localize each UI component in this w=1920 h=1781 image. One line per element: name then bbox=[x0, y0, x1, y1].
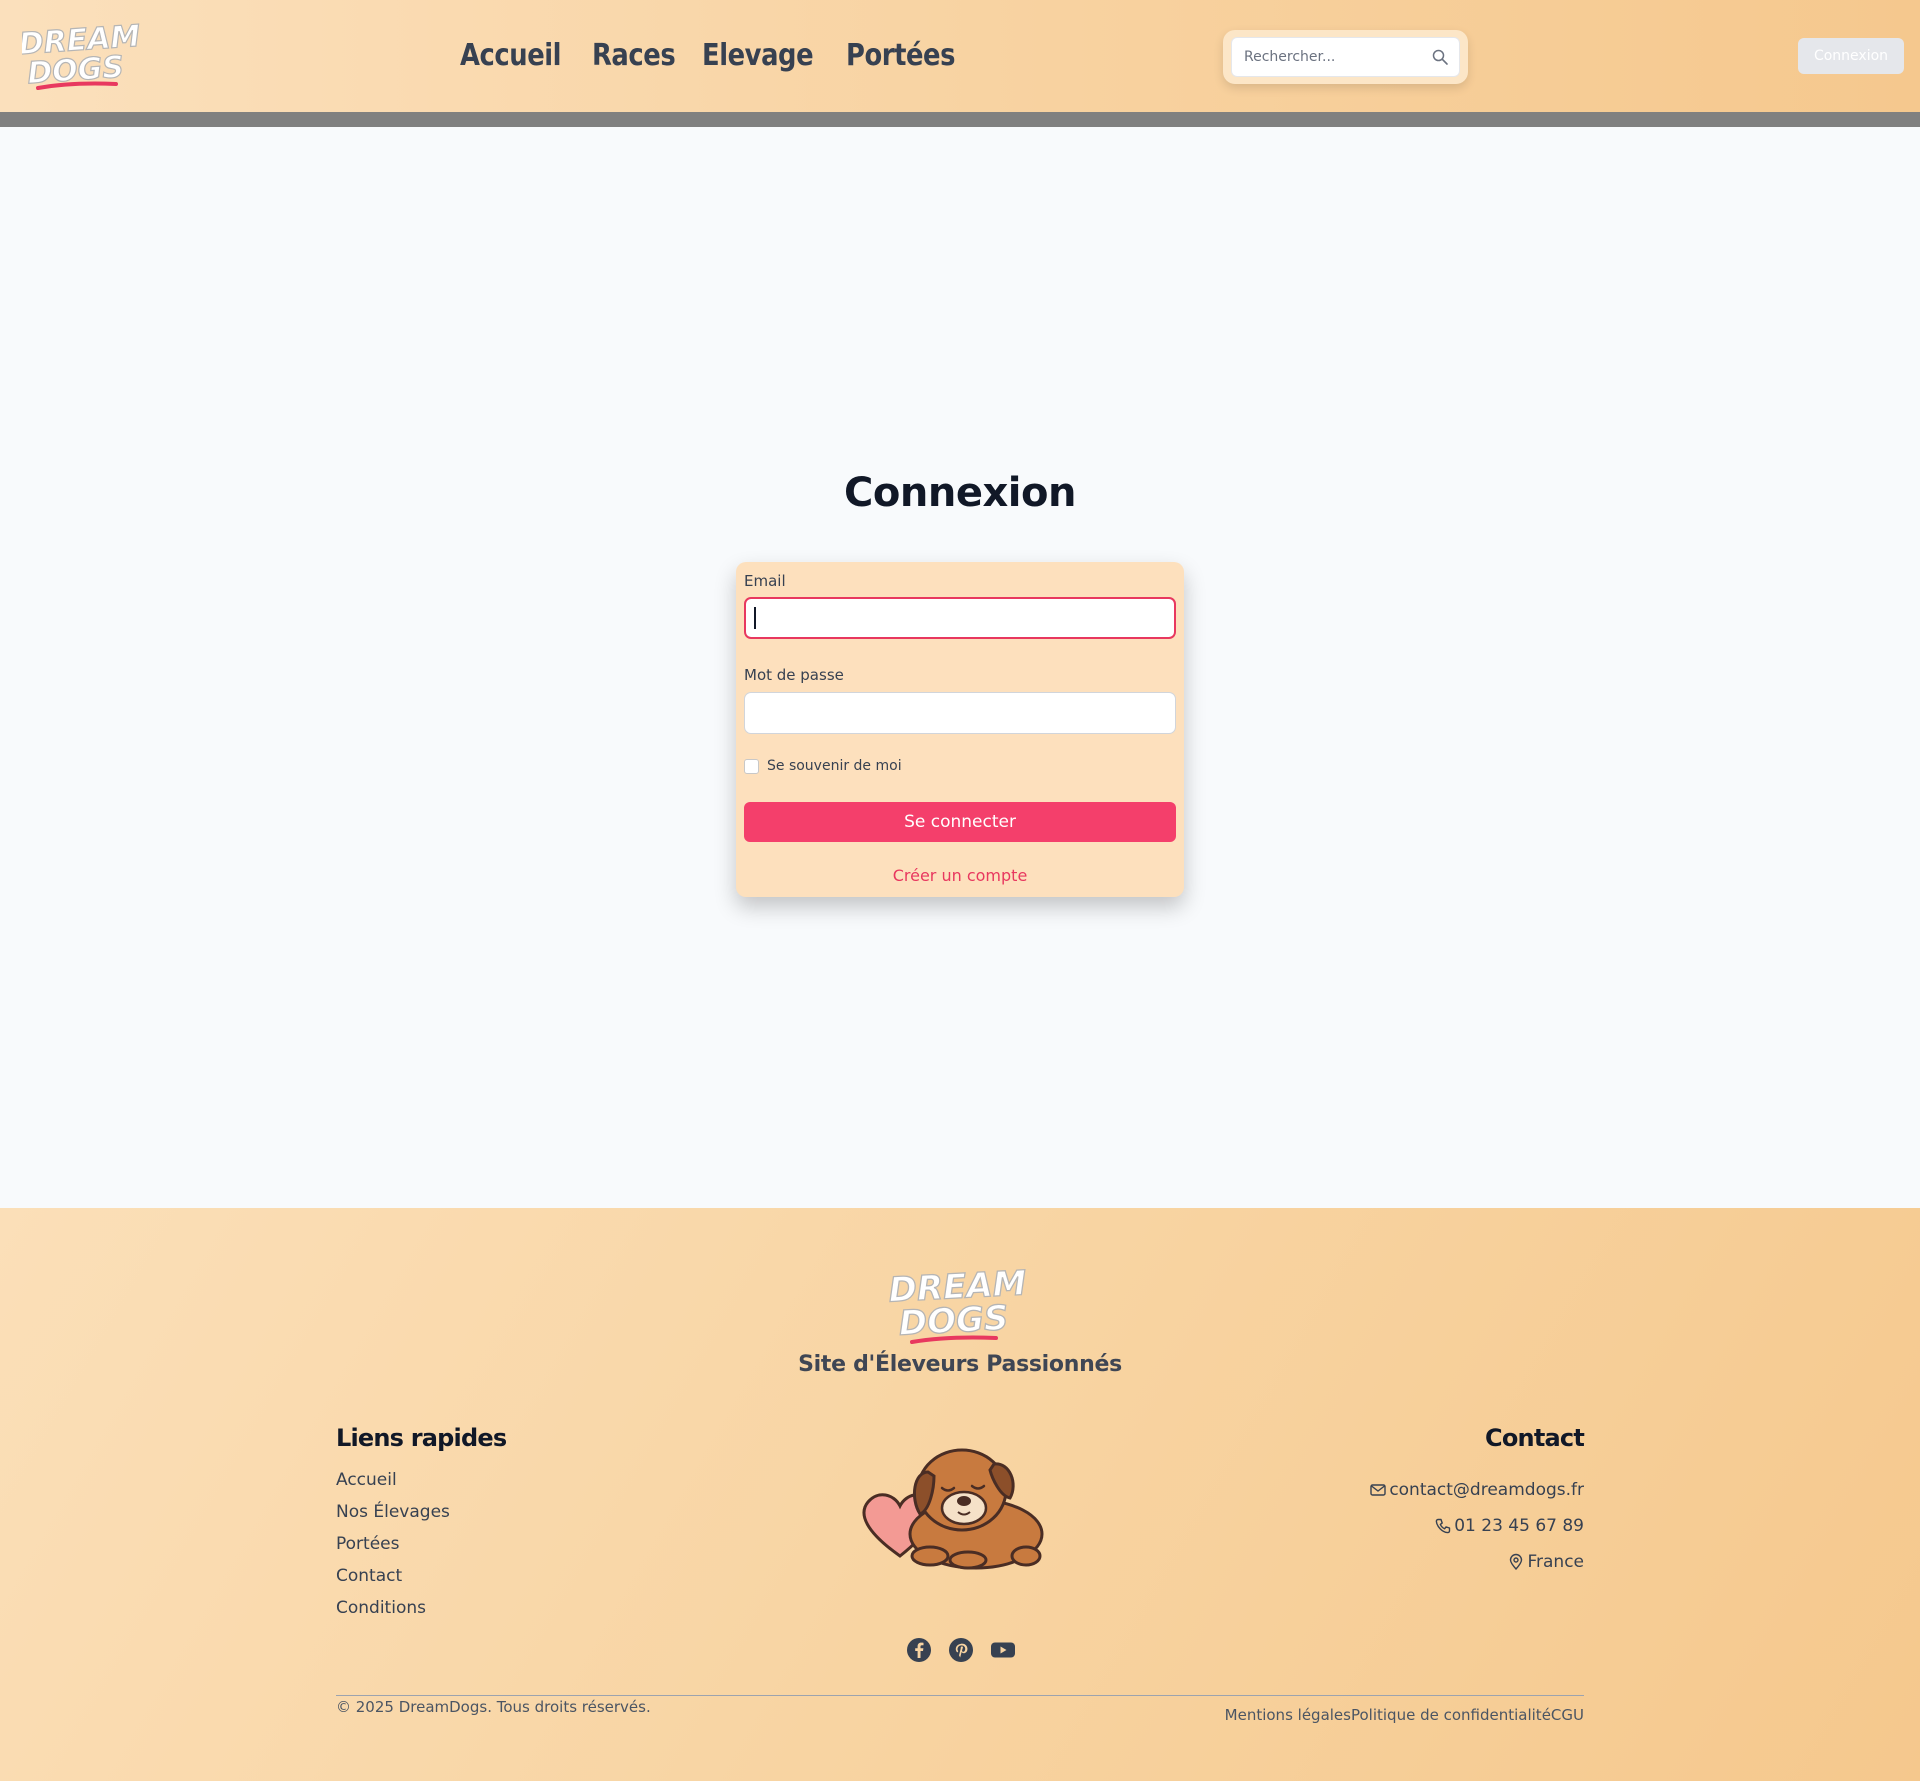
footer-divider bbox=[336, 1695, 1584, 1696]
text-caret bbox=[754, 607, 756, 629]
nav-accueil[interactable]: Accueil bbox=[460, 38, 562, 73]
contact-email[interactable]: contact@dreamdogs.fr bbox=[1369, 1472, 1584, 1508]
email-label: Email bbox=[744, 572, 786, 590]
email-field[interactable] bbox=[744, 597, 1176, 639]
nav-portees[interactable]: Portées bbox=[846, 38, 955, 73]
social-links bbox=[906, 1637, 1016, 1663]
header-login-button[interactable]: Connexion bbox=[1798, 38, 1904, 74]
contact-list: contact@dreamdogs.fr 01 23 45 67 89 Fran… bbox=[1369, 1472, 1584, 1580]
search-input[interactable] bbox=[1244, 49, 1431, 65]
footer-link-portees[interactable]: Portées bbox=[336, 1534, 450, 1566]
contact-title: Contact bbox=[1485, 1424, 1585, 1452]
footer-tagline: Site d'Éleveurs Passionnés bbox=[798, 1352, 1122, 1377]
search-icon[interactable] bbox=[1431, 48, 1449, 66]
login-form: Email Mot de passe Se souvenir de moi Se… bbox=[736, 562, 1184, 897]
cgu-link[interactable]: CGU bbox=[1551, 1706, 1584, 1724]
login-submit-button[interactable]: Se connecter bbox=[744, 802, 1176, 842]
legal-links: Mentions légales Politique de confidenti… bbox=[1225, 1706, 1584, 1724]
facebook-icon[interactable] bbox=[906, 1637, 932, 1663]
contact-email-text: contact@dreamdogs.fr bbox=[1389, 1480, 1584, 1500]
search-box bbox=[1231, 37, 1460, 77]
nav-elevage[interactable]: Elevage bbox=[702, 38, 814, 73]
logo[interactable]: DREAM DOGS bbox=[17, 18, 142, 92]
youtube-icon[interactable] bbox=[990, 1637, 1016, 1663]
phone-icon bbox=[1434, 1517, 1452, 1535]
footer-link-conditions[interactable]: Conditions bbox=[336, 1598, 450, 1630]
remember-label: Se souvenir de moi bbox=[767, 758, 902, 774]
site-header: DREAM DOGS Accueil Races Elevage Portées… bbox=[0, 0, 1920, 112]
remember-me[interactable]: Se souvenir de moi bbox=[744, 758, 902, 774]
copyright: © 2025 DreamDogs. Tous droits réservés. bbox=[336, 1698, 651, 1716]
footer-logo-image: DREAM DOGS bbox=[887, 1263, 1028, 1345]
contact-phone[interactable]: 01 23 45 67 89 bbox=[1369, 1508, 1584, 1544]
main-nav: Accueil Races Elevage Portées bbox=[460, 30, 972, 80]
privacy-policy-link[interactable]: Politique de confidentialité bbox=[1351, 1706, 1551, 1724]
header-divider bbox=[0, 112, 1920, 127]
footer-link-elevages[interactable]: Nos Élevages bbox=[336, 1502, 450, 1534]
logo-image: DREAM DOGS bbox=[17, 18, 142, 92]
quick-links-title: Liens rapides bbox=[336, 1424, 507, 1452]
pinterest-icon[interactable] bbox=[948, 1637, 974, 1663]
contact-location-text: France bbox=[1527, 1552, 1584, 1572]
create-account-link[interactable]: Créer un compte bbox=[736, 866, 1184, 885]
contact-phone-text: 01 23 45 67 89 bbox=[1454, 1516, 1584, 1536]
footer-logo: DREAM DOGS bbox=[887, 1262, 1032, 1348]
remember-checkbox[interactable] bbox=[744, 758, 759, 774]
contact-location: France bbox=[1369, 1544, 1584, 1580]
mail-icon bbox=[1369, 1481, 1387, 1499]
password-label: Mot de passe bbox=[744, 666, 844, 684]
legal-mentions-link[interactable]: Mentions légales bbox=[1225, 1706, 1351, 1724]
footer-link-contact[interactable]: Contact bbox=[336, 1566, 450, 1598]
sleeping-dog-illustration bbox=[862, 1448, 1044, 1570]
nav-races[interactable]: Races bbox=[592, 38, 676, 73]
page-title: Connexion bbox=[844, 470, 1076, 516]
search-container bbox=[1223, 30, 1468, 84]
quick-links: Accueil Nos Élevages Portées Contact Con… bbox=[336, 1470, 450, 1630]
location-pin-icon bbox=[1507, 1553, 1525, 1571]
password-field[interactable] bbox=[744, 692, 1176, 734]
footer-link-accueil[interactable]: Accueil bbox=[336, 1470, 450, 1502]
